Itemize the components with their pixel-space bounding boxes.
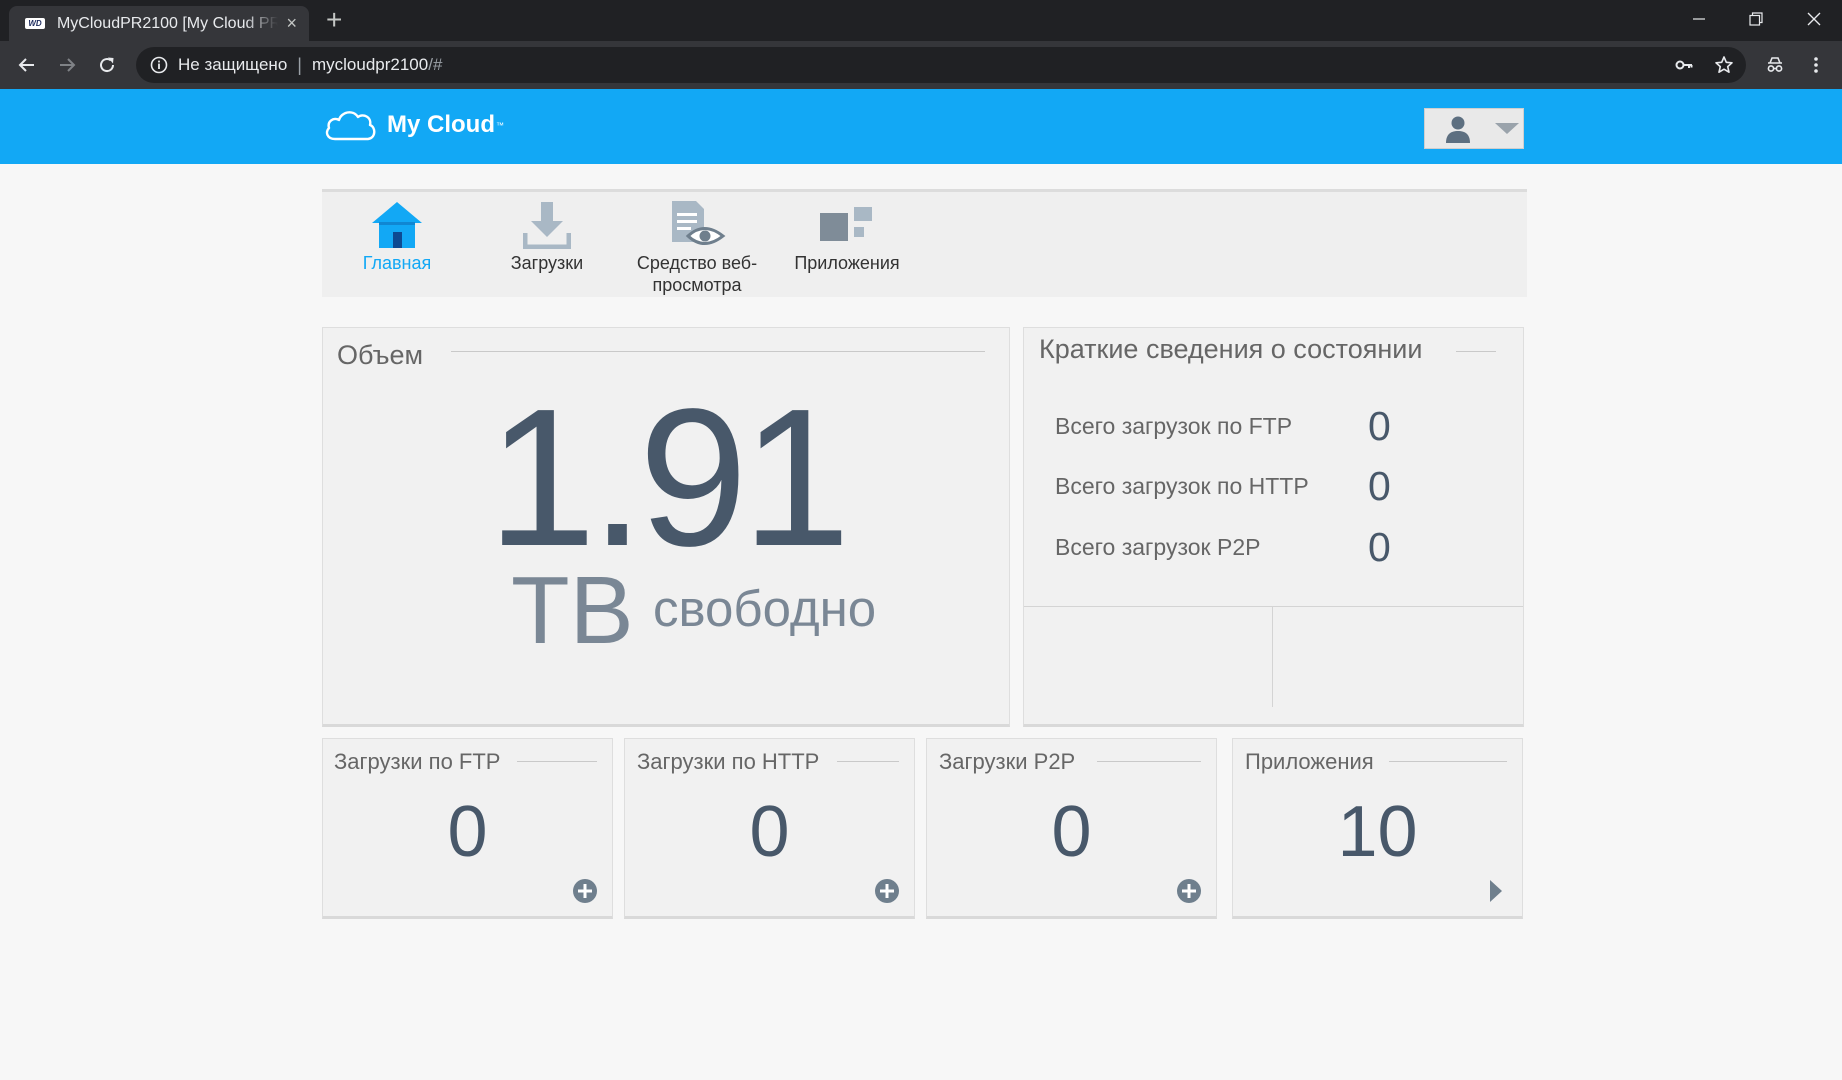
close-icon xyxy=(1807,12,1821,26)
cloud-icon xyxy=(325,111,376,141)
stat-label-p2p: Всего загрузок P2P xyxy=(1055,533,1261,560)
stat-row-ftp: Всего загрузок по FTP 0 xyxy=(1055,403,1455,449)
stat-value-http: 0 xyxy=(1368,462,1391,509)
tile-ftp-value: 0 xyxy=(447,792,488,872)
volume-card: Объем 1.91 TB свободно xyxy=(322,327,1010,727)
incognito-icon xyxy=(1767,57,1783,72)
tile-http-rule xyxy=(837,761,899,762)
address-bar[interactable]: Не защищено | mycloudpr2100/# xyxy=(136,47,1746,83)
arrow-left-icon xyxy=(18,58,34,72)
chevron-down-icon xyxy=(1495,122,1519,134)
url-path: /# xyxy=(428,55,443,74)
tile-ftp-rule xyxy=(517,761,597,762)
add-ftp-download-button[interactable] xyxy=(572,878,598,904)
nav-label-apps: Приложения xyxy=(794,253,900,273)
tile-p2p-title: Загрузки P2P xyxy=(939,749,1076,774)
free-space-label: свободно xyxy=(653,580,877,637)
tile-http-value: 0 xyxy=(749,792,790,872)
url-host: mycloudpr2100 xyxy=(311,55,429,74)
star-icon xyxy=(1715,56,1733,73)
wd-favicon-icon: WD xyxy=(25,18,45,29)
my-cloud-logo[interactable]: My Cloud ™ xyxy=(323,107,504,143)
tile-apps-value: 10 xyxy=(1337,792,1418,872)
home-icon xyxy=(372,202,422,248)
window-minimize-button[interactable] xyxy=(1671,0,1727,38)
window-close-button[interactable] xyxy=(1786,0,1842,38)
user-icon xyxy=(1446,116,1470,143)
nav-label-home: Главная xyxy=(362,253,432,273)
logo-trademark: ™ xyxy=(496,120,504,130)
add-icon xyxy=(573,879,597,903)
nav-label-downloads: Загрузки xyxy=(510,253,584,273)
nav-item-apps[interactable]: Приложения xyxy=(772,200,922,274)
window-restore-button[interactable] xyxy=(1728,0,1784,38)
open-apps-button[interactable] xyxy=(1482,878,1508,904)
password-key-button[interactable] xyxy=(1667,48,1701,82)
browser-menu-button[interactable] xyxy=(1799,48,1833,82)
url-separator: | xyxy=(297,54,302,75)
tile-ftp-title: Загрузки по FTP xyxy=(334,749,501,774)
summary-card-title: Краткие сведения о состоянии xyxy=(1039,334,1423,364)
tile-http-title: Загрузки по HTTP xyxy=(637,749,820,774)
reload-button[interactable] xyxy=(90,48,124,82)
user-menu-button[interactable] xyxy=(1424,108,1524,149)
back-button[interactable] xyxy=(10,48,44,82)
add-p2p-download-button[interactable] xyxy=(1176,878,1202,904)
volume-title-rule xyxy=(451,351,985,352)
summary-vertical-divider xyxy=(1272,607,1273,707)
add-http-download-button[interactable] xyxy=(874,878,900,904)
tile-apps-rule xyxy=(1389,761,1507,762)
stat-label-ftp: Всего загрузок по FTP xyxy=(1055,412,1293,439)
tab-close-icon[interactable]: × xyxy=(286,13,297,34)
download-icon xyxy=(523,202,571,249)
status-summary-card: Краткие сведения о состоянии Всего загру… xyxy=(1023,327,1524,727)
reload-icon xyxy=(100,57,115,73)
tile-p2p-value: 0 xyxy=(1051,792,1092,872)
add-icon xyxy=(875,879,899,903)
bookmark-button[interactable] xyxy=(1707,48,1741,82)
browser-toolbar: Не защищено | mycloudpr2100/# xyxy=(0,41,1842,89)
key-icon xyxy=(1675,60,1693,70)
browser-tab-strip: WD MyCloudPR2100 [My Cloud PR2100] × + xyxy=(0,0,1842,41)
stat-row-p2p: Всего загрузок P2P 0 xyxy=(1055,524,1455,570)
nav-label-web-viewer: Средство веб-просмотра xyxy=(636,253,758,295)
arrow-right-icon xyxy=(60,58,76,72)
browser-tab[interactable]: WD MyCloudPR2100 [My Cloud PR2100] × xyxy=(9,6,309,41)
tile-p2p-rule xyxy=(1097,761,1201,762)
info-icon[interactable] xyxy=(150,56,168,74)
stat-row-http: Всего загрузок по HTTP 0 xyxy=(1055,463,1455,509)
tile-apps[interactable]: Приложения 10 xyxy=(1232,738,1523,919)
apps-icon xyxy=(820,207,872,241)
main-navigation: Главная Загрузки Средство веб-просмотра xyxy=(322,189,1527,297)
tile-p2p-downloads[interactable]: Загрузки P2P 0 xyxy=(926,738,1217,919)
nav-item-home[interactable]: Главная xyxy=(322,200,472,274)
stat-label-http: Всего загрузок по HTTP xyxy=(1055,472,1309,499)
free-space-unit: TB xyxy=(511,557,634,664)
stat-value-p2p: 0 xyxy=(1368,523,1391,570)
add-icon xyxy=(1177,879,1201,903)
incognito-button[interactable] xyxy=(1758,48,1792,82)
restore-icon xyxy=(1749,12,1763,26)
nav-item-downloads[interactable]: Загрузки xyxy=(472,200,622,274)
volume-card-title: Объем xyxy=(337,340,424,370)
app-header: My Cloud ™ xyxy=(0,89,1842,164)
forward-button[interactable] xyxy=(50,48,84,82)
new-tab-icon[interactable]: + xyxy=(326,5,342,35)
tile-ftp-downloads[interactable]: Загрузки по FTP 0 xyxy=(322,738,613,919)
nav-item-web-viewer[interactable]: Средство веб-просмотра xyxy=(622,200,772,296)
arrow-right-icon xyxy=(1490,880,1502,902)
security-label: Не защищено xyxy=(178,55,288,74)
more-vertical-icon xyxy=(1814,57,1818,73)
summary-title-rule xyxy=(1456,351,1496,352)
summary-divider xyxy=(1024,606,1523,607)
logo-text: My Cloud xyxy=(387,111,495,138)
tab-title: MyCloudPR2100 [My Cloud PR2100] xyxy=(56,14,279,32)
stat-value-ftp: 0 xyxy=(1368,402,1391,449)
web-viewer-icon xyxy=(672,201,726,245)
minimize-icon xyxy=(1693,18,1705,20)
free-space-value: 1.91 xyxy=(487,368,850,587)
tile-apps-title: Приложения xyxy=(1245,749,1374,774)
tile-http-downloads[interactable]: Загрузки по HTTP 0 xyxy=(624,738,915,919)
